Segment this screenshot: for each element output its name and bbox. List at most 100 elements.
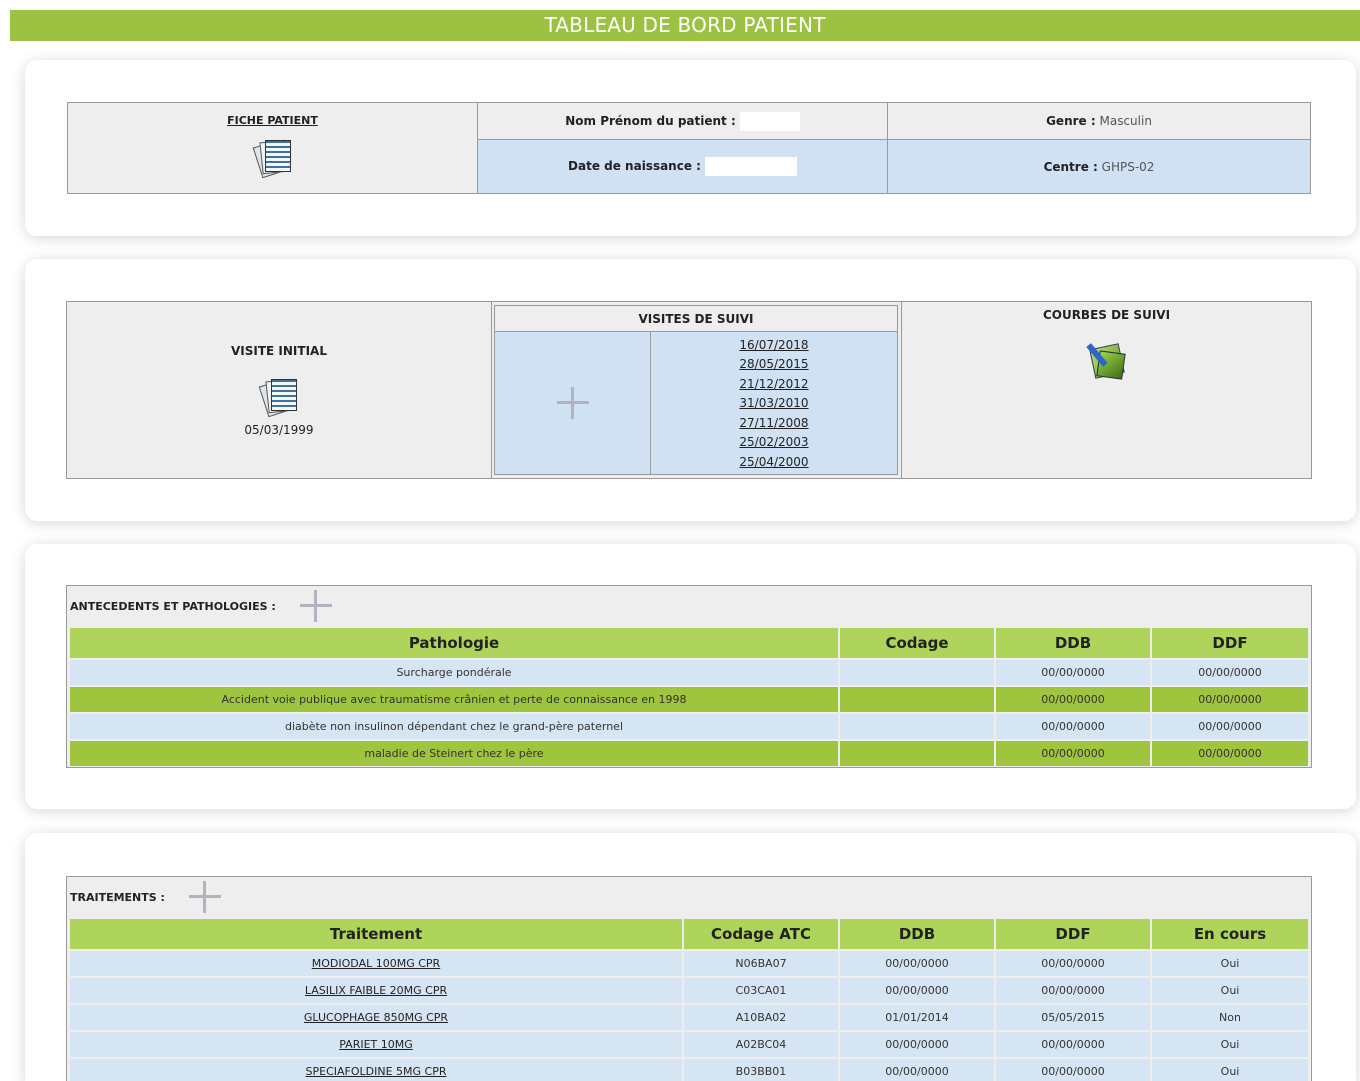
followup-date-link[interactable]: 31/03/2010 <box>739 396 808 410</box>
table-cell: 00/00/0000 <box>996 714 1150 739</box>
followup-date-link[interactable]: 16/07/2018 <box>739 338 808 352</box>
antecedents-label: ANTECEDENTS ET PATHOLOGIES : <box>70 599 276 613</box>
traitement-link[interactable]: GLUCOPHAGE 850MG CPR <box>304 1011 448 1024</box>
birth-date-value <box>704 157 797 176</box>
fiche-patient-link[interactable]: FICHE PATIENT <box>227 114 318 127</box>
table-row: SPECIAFOLDINE 5MG CPR B03BB01 00/00/0000… <box>70 1059 1308 1081</box>
traitements-table: Traitement Codage ATC DDB DDF En cours M… <box>68 917 1310 1081</box>
table-cell: 00/00/0000 <box>1152 714 1308 739</box>
table-cell: N06BA07 <box>684 951 838 976</box>
initial-visit-date: 05/03/1999 <box>244 422 314 437</box>
center-cell: Centre : GHPS-02 <box>887 139 1311 194</box>
table-cell: 00/00/0000 <box>996 660 1150 685</box>
table-cell: Oui <box>1152 978 1308 1003</box>
center-label: Centre : <box>1043 159 1098 174</box>
birth-date-cell: Date de naissance : <box>477 139 888 194</box>
antecedents-panel: ANTECEDENTS ET PATHOLOGIES : Pathologie … <box>66 585 1312 768</box>
table-cell: 00/00/0000 <box>1152 660 1308 685</box>
column-header: DDF <box>1152 628 1308 658</box>
table-cell: diabète non insulinon dépendant chez le … <box>70 714 838 739</box>
column-header: En cours <box>1152 919 1308 949</box>
table-cell: B03BB01 <box>684 1059 838 1081</box>
patient-info-table: FICHE PATIENT Nom Prénom du patient : Ge… <box>67 102 1311 194</box>
table-cell: 00/00/0000 <box>840 951 994 976</box>
followup-cell: VISITES DE SUIVI 16/07/2018 28/05/2015 2… <box>491 301 902 479</box>
antecedents-card: ANTECEDENTS ET PATHOLOGIES : Pathologie … <box>25 544 1356 809</box>
patient-name-label: Nom Prénom du patient : <box>565 113 736 128</box>
traitement-link[interactable]: MODIODAL 100MG CPR <box>312 957 440 970</box>
patient-file-icon[interactable] <box>252 137 293 178</box>
antecedents-header: ANTECEDENTS ET PATHOLOGIES : <box>67 586 1311 626</box>
traitements-header: TRAITEMENTS : <box>67 877 1311 917</box>
table-cell: 00/00/0000 <box>1152 687 1308 712</box>
table-cell: A10BA02 <box>684 1005 838 1030</box>
column-header: Pathologie <box>70 628 838 658</box>
table-cell: maladie de Steinert chez le père <box>70 741 838 766</box>
gender-value: Masculin <box>1099 114 1152 128</box>
table-row: LASILIX FAIBLE 20MG CPR C03CA01 00/00/00… <box>70 978 1308 1003</box>
table-cell: Accident voie publique avec traumatisme … <box>70 687 838 712</box>
initial-visit-icon[interactable] <box>258 376 299 417</box>
initial-visit-label: VISITE INITIAL <box>231 343 327 358</box>
traitement-link[interactable]: PARIET 10MG <box>339 1038 413 1051</box>
table-cell: Oui <box>1152 1032 1308 1057</box>
visits-table: VISITE INITIAL 05/03/1999 VISITES DE SUI… <box>66 301 1312 479</box>
followup-date-link[interactable]: 25/02/2003 <box>739 435 808 449</box>
table-cell: 01/01/2014 <box>840 1005 994 1030</box>
table-cell <box>840 660 994 685</box>
followup-label: VISITES DE SUIVI <box>494 305 898 332</box>
dashboard-page: TABLEAU DE BORD PATIENT FICHE PATIENT No… <box>0 0 1360 1081</box>
patient-name-cell: Nom Prénom du patient : <box>477 102 888 140</box>
patient-card: FICHE PATIENT Nom Prénom du patient : Ge… <box>25 60 1356 236</box>
table-cell: 00/00/0000 <box>996 978 1150 1003</box>
table-cell: C03CA01 <box>684 978 838 1003</box>
table-cell: 00/00/0000 <box>996 741 1150 766</box>
column-header: DDB <box>840 919 994 949</box>
table-cell: 00/00/0000 <box>1152 741 1308 766</box>
traitement-link[interactable]: LASILIX FAIBLE 20MG CPR <box>305 984 447 997</box>
table-cell: 00/00/0000 <box>840 978 994 1003</box>
table-cell <box>840 741 994 766</box>
column-header: DDB <box>996 628 1150 658</box>
page-title: TABLEAU DE BORD PATIENT <box>544 13 826 37</box>
table-cell: Surcharge pondérale <box>70 660 838 685</box>
table-cell: 00/00/0000 <box>840 1032 994 1057</box>
table-cell: A02BC04 <box>684 1032 838 1057</box>
curves-label: COURBES DE SUIVI <box>1042 308 1171 322</box>
table-row: Accident voie publique avec traumatisme … <box>70 687 1308 712</box>
table-cell <box>840 714 994 739</box>
add-followup-icon[interactable] <box>556 387 589 419</box>
title-bar: TABLEAU DE BORD PATIENT <box>10 10 1360 41</box>
patient-name-value <box>739 111 800 131</box>
table-row: diabète non insulinon dépendant chez le … <box>70 714 1308 739</box>
center-value: GHPS-02 <box>1101 159 1155 174</box>
add-antecedent-icon[interactable] <box>299 590 332 622</box>
followup-dates-list: 16/07/2018 28/05/2015 21/12/2012 31/03/2… <box>650 331 898 475</box>
traitement-link[interactable]: SPECIAFOLDINE 5MG CPR <box>306 1065 447 1078</box>
add-traitement-icon[interactable] <box>188 881 221 913</box>
table-cell: 00/00/0000 <box>840 1059 994 1081</box>
table-cell: 00/00/0000 <box>996 687 1150 712</box>
followup-date-link[interactable]: 27/11/2008 <box>739 416 808 430</box>
table-cell <box>840 687 994 712</box>
curves-cell: COURBES DE SUIVI <box>901 301 1312 479</box>
table-cell: 05/05/2015 <box>996 1005 1150 1030</box>
followup-date-link[interactable]: 25/04/2000 <box>739 455 808 469</box>
birth-date-label: Date de naissance : <box>568 159 701 173</box>
table-cell: Non <box>1152 1005 1308 1030</box>
followup-date-link[interactable]: 28/05/2015 <box>739 357 808 371</box>
followup-table: VISITES DE SUIVI 16/07/2018 28/05/2015 2… <box>494 305 898 475</box>
visits-card: VISITE INITIAL 05/03/1999 VISITES DE SUI… <box>25 259 1356 521</box>
antecedents-table: Pathologie Codage DDB DDF Surcharge pond… <box>68 626 1310 768</box>
table-cell: Oui <box>1152 951 1308 976</box>
column-header: DDF <box>996 919 1150 949</box>
gender-cell: Genre : Masculin <box>887 102 1311 140</box>
fiche-patient-cell: FICHE PATIENT <box>67 102 478 194</box>
column-header: Codage ATC <box>684 919 838 949</box>
add-followup-cell <box>494 331 651 475</box>
traitements-card: TRAITEMENTS : Traitement Codage ATC DDB … <box>25 833 1356 1081</box>
table-cell: 00/00/0000 <box>996 1059 1150 1081</box>
chart-curves-icon[interactable] <box>1084 338 1130 384</box>
table-cell: 00/00/0000 <box>996 1032 1150 1057</box>
followup-date-link[interactable]: 21/12/2012 <box>739 377 808 391</box>
